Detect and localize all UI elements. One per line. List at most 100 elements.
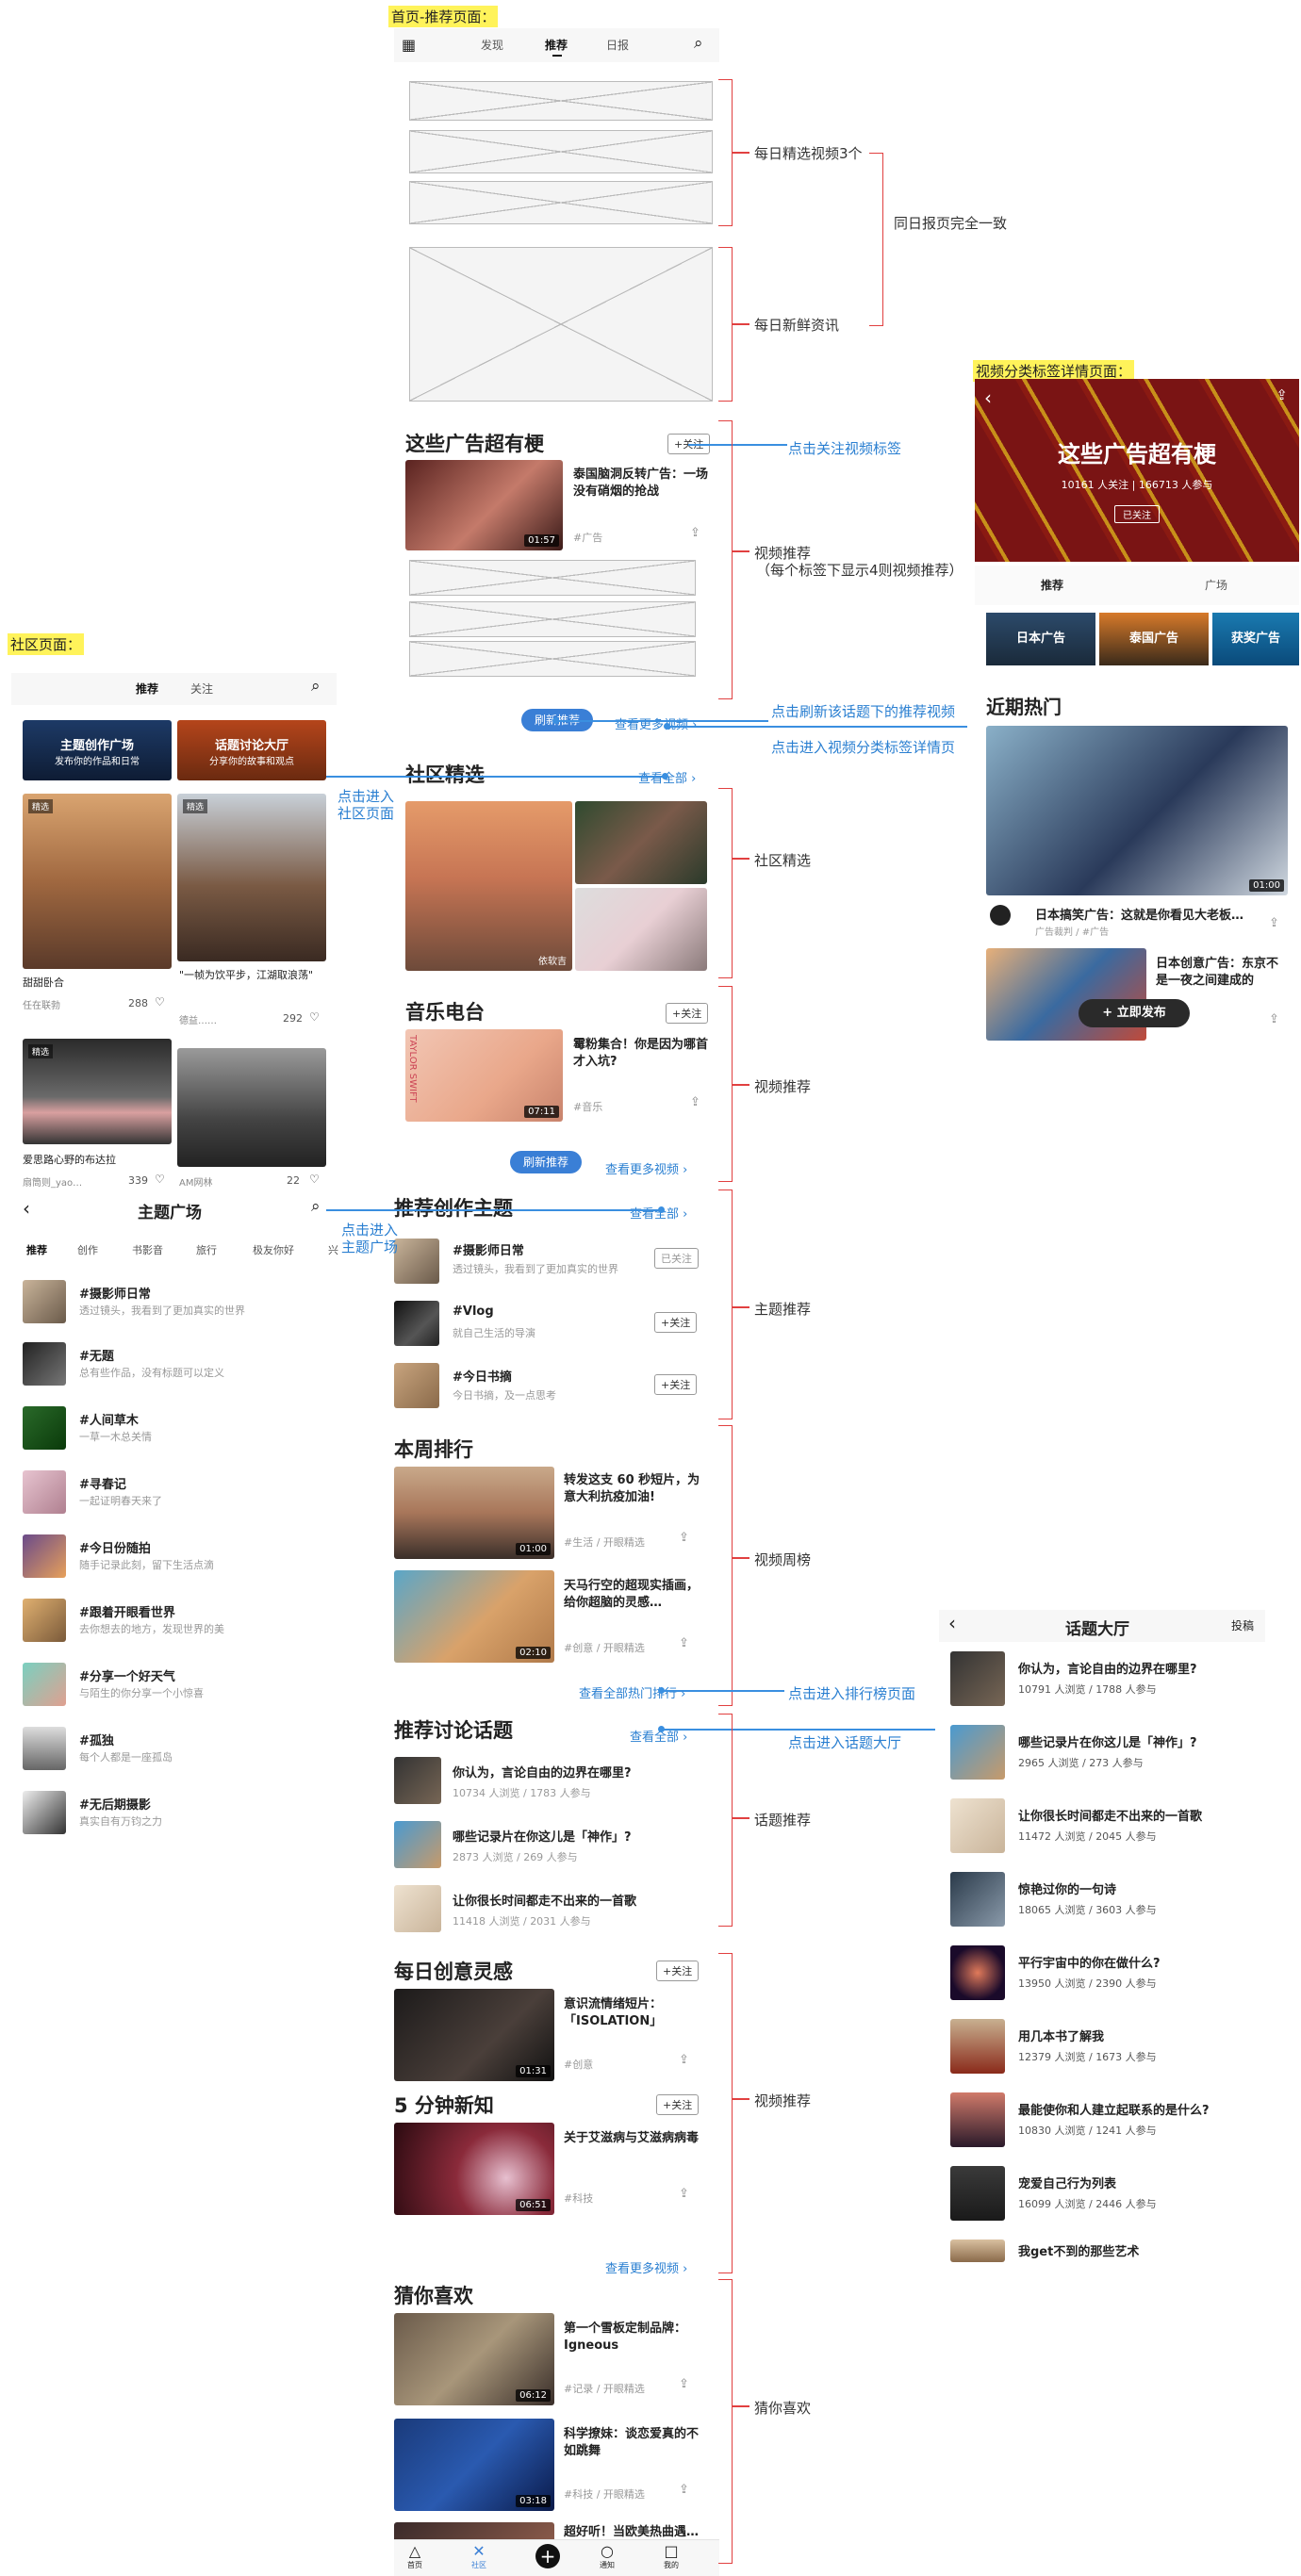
banner-topic-square[interactable]: 主题创作广场 发布你的作品和日常 [23,720,172,780]
guess-tag-1[interactable]: #记录 / 开眼精选 [564,2381,645,2396]
tab-follow[interactable]: 关注 [190,681,213,697]
five-min-tag[interactable]: #科技 [564,2190,593,2206]
tab-recommend[interactable]: 推荐 [545,37,568,53]
card-user[interactable]: 德益…… [179,1012,217,1026]
video-placeholder-2[interactable] [409,601,696,637]
hall-item[interactable]: 让你很长时间都走不出来的一首歌 11472 人浏览 / 2045 人参与 [950,1798,1261,1853]
topic-item[interactable]: #Vlog 就自己生活的导演 +关注 [394,1299,715,1346]
five-min-thumb[interactable]: 06:51 [394,2123,554,2215]
discuss-item[interactable]: 让你很长时间都走不出来的一首歌 11418 人浏览 / 2031 人参与 [394,1885,715,1932]
chip-thai-ads[interactable]: 泰国广告 [1099,613,1209,665]
topic-section-title[interactable]: 推荐创作主题 [394,1193,513,1222]
hall-item[interactable]: 你认为，言论自由的边界在哪里? 10791 人浏览 / 1788 人参与 [950,1651,1261,1706]
nav-community[interactable]: ✕ 社区 [471,2542,486,2570]
creative-title[interactable]: 意识流情绪短片：「ISOLATION」 [564,1996,705,2030]
publish-plus-button[interactable]: + [535,2544,560,2568]
followed-button[interactable]: 已关注 [1114,505,1160,523]
weekly-thumb-1[interactable]: 01:00 [394,1467,554,1559]
search-icon[interactable]: ⌕ [694,34,703,53]
share-icon[interactable]: ⇪ [679,2377,689,2391]
back-icon[interactable]: ‹ [948,1612,956,1634]
guess-title-1[interactable]: 第一个雪板定制品牌：Igneous [564,2321,705,2354]
music-video-thumbnail[interactable]: TAYLOR SWIFT 07:11 [405,1029,563,1122]
five-min-follow-button[interactable]: +关注 [656,2094,700,2115]
back-icon[interactable]: ‹ [23,1197,30,1220]
share-icon[interactable]: ⇪ [679,2053,689,2067]
topic-item[interactable]: #分享一个好天气 与陌生的你分享一个小惊喜 [23,1661,343,1708]
nav-mine[interactable]: □ 我的 [664,2542,679,2570]
back-icon[interactable]: ‹ [984,386,992,409]
ad-video-title[interactable]: 泰国脑洞反转广告：一场没有硝烟的抢战 [573,467,710,500]
music-follow-button[interactable]: +关注 [666,1003,709,1024]
chip-award-ads[interactable]: 获奖广告 [1212,613,1299,665]
share-icon[interactable]: ⇪ [690,1095,700,1109]
video-placeholder-3[interactable] [409,641,696,677]
share-icon[interactable]: ⇪ [679,2187,689,2201]
community-card-photo[interactable]: 精选 [177,794,326,961]
creative-section-title[interactable]: 每日创意灵感 [394,1957,513,1985]
share-icon[interactable]: ⇪ [1269,916,1279,930]
recent-video-title-2[interactable]: 日本创意广告：东京不是一夜之间建成的 [1156,956,1288,990]
nav-home[interactable]: △ 首页 [407,2542,422,2570]
tab[interactable]: 兴 [328,1242,338,1257]
creative-tag[interactable]: #创意 [564,2057,593,2072]
share-icon[interactable]: ⇪ [1276,386,1288,403]
calendar-icon[interactable]: ▦ [402,36,416,54]
banner-discuss-hall[interactable]: 话题讨论大厅 分享你的故事和观点 [177,720,326,780]
creative-follow-button[interactable]: +关注 [656,1961,700,1981]
guess-thumb-2[interactable]: 03:18 [394,2419,554,2511]
card-user[interactable]: 任在联勃 [23,997,60,1011]
topic-item[interactable]: #摄影师日常 透过镜头，我看到了更加真实的世界 [23,1276,343,1323]
community-card-photo[interactable]: 精选 [23,1039,172,1144]
community-photo-2[interactable] [575,801,707,884]
nav-notify[interactable]: ○ 通知 [600,2542,615,2570]
topic-item[interactable]: #今日书摘 今日书摘，及一点思考 +关注 [394,1361,715,1408]
hall-item[interactable]: 平行宇宙中的你在做什么? 13950 人浏览 / 2390 人参与 [950,1945,1261,2000]
recent-video-thumb[interactable]: 01:00 [986,726,1288,895]
recent-video-tag[interactable]: 广告裁判 / #广告 [1035,924,1109,938]
submit-button[interactable]: 投稿 [1231,1617,1254,1633]
music-section-title[interactable]: 音乐电台 [405,997,485,1025]
daily-news-placeholder[interactable] [409,247,713,402]
topic-item[interactable]: #摄影师日常 透过镜头，我看到了更加真实的世界 已关注 [394,1235,715,1284]
see-more-videos-link-3[interactable]: 查看更多视频 › [605,2258,687,2276]
five-min-section-title[interactable]: 5 分钟新知 [394,2091,494,2119]
guess-title-2[interactable]: 科学撩妹：谈恋爱真的不如跳舞 [564,2426,705,2460]
ad-video-tag[interactable]: #广告 [573,530,602,545]
card-caption[interactable]: 甜甜卧合 [23,975,64,990]
heart-icon[interactable]: ♡ [155,995,165,1009]
share-icon[interactable]: ⇪ [1269,1012,1279,1026]
share-icon[interactable]: ⇪ [679,2483,689,2497]
followed-button[interactable]: 已关注 [654,1248,699,1269]
community-main-photo[interactable]: 依软吉 [405,801,572,971]
topic-item[interactable]: #今日份随拍 随手记录此刻，留下生活点滴 [23,1533,343,1580]
topic-item[interactable]: #无后期摄影 真实自有万钧之力 [23,1789,343,1836]
topic-item[interactable]: #寻春记 一起证明春天来了 [23,1468,343,1516]
heart-icon[interactable]: ♡ [309,1010,320,1024]
see-more-videos-link[interactable]: 查看更多视频 › [615,714,697,732]
hall-item[interactable]: 哪些记录片在你这儿是「神作」? 2965 人浏览 / 273 人参与 [950,1725,1261,1780]
follow-button[interactable]: +关注 [654,1374,698,1395]
hall-item[interactable]: 最能使你和人建立起联系的是什么? 10830 人浏览 / 1241 人参与 [950,2092,1261,2147]
creative-thumb[interactable]: 01:31 [394,1989,554,2081]
ad-section-title[interactable]: 这些广告超有梗 [405,429,544,457]
guess-tag-2[interactable]: #科技 / 开眼精选 [564,2486,645,2502]
hall-item[interactable]: 宠爱自己行为列表 16099 人浏览 / 2446 人参与 [950,2166,1261,2221]
avatar[interactable] [990,905,1011,926]
discuss-item[interactable]: 你认为，言论自由的边界在哪里? 10734 人浏览 / 1783 人参与 [394,1757,715,1804]
community-card-photo[interactable] [177,1048,326,1167]
topic-item[interactable]: #跟着开眼看世界 去你想去的地方，发现世界的美 [23,1597,343,1644]
share-icon[interactable]: ⇪ [679,1636,689,1650]
search-icon[interactable]: ⌕ [311,1197,321,1216]
guess-thumb-1[interactable]: 06:12 [394,2313,554,2405]
video-placeholder-1[interactable] [409,560,696,596]
community-card-photo[interactable]: 精选 [23,794,172,969]
tab-daily[interactable]: 日报 [606,37,629,53]
refresh-button-2[interactable]: 刷新推荐 [510,1151,582,1173]
topic-item[interactable]: #无题 总有些作品，没有标题可以定义 [23,1340,343,1387]
weekly-thumb-2[interactable]: 02:10 [394,1570,554,1663]
weekly-see-all[interactable]: 查看全部热门排行 › [579,1683,685,1701]
weekly-title-2[interactable]: 天马行空的超现实插画，给你超脑的灵感… [564,1578,705,1612]
tab[interactable]: 极友你好 [253,1242,294,1257]
weekly-tag-1[interactable]: #生活 / 开眼精选 [564,1534,645,1550]
